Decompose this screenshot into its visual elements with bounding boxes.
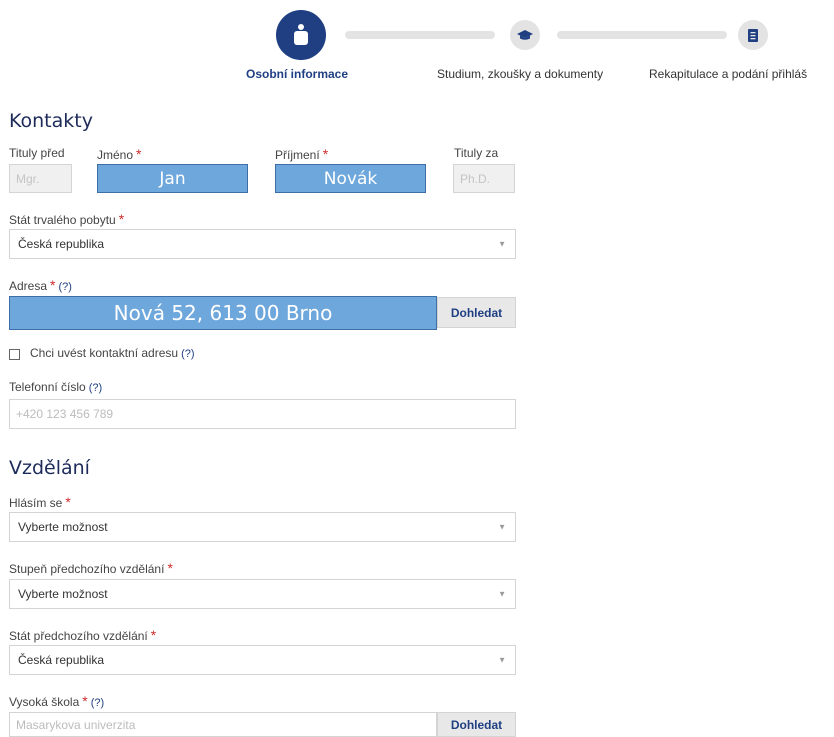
chevron-down-icon: ▼ <box>498 522 506 532</box>
phone-help-link[interactable]: (?) <box>89 382 102 394</box>
required-marker: * <box>50 277 56 293</box>
required-marker: * <box>167 560 173 576</box>
last-name-value: Novák <box>323 168 378 189</box>
required-marker: * <box>82 693 88 709</box>
address-value: Nová 52, 613 00 Brno <box>113 301 333 325</box>
university-field[interactable]: Masarykova univerzita <box>9 712 437 737</box>
phone-label: Telefonní číslo (?) <box>9 380 103 394</box>
address-lookup-button[interactable]: Dohledat <box>437 297 516 328</box>
prev-level-value: Vyberte možnost <box>18 587 108 601</box>
step-3-circle[interactable] <box>738 20 768 50</box>
section-title-contacts: Kontakty <box>9 110 93 132</box>
first-name-field[interactable]: Jan <box>97 164 248 193</box>
country-label: Stát trvalého pobytu * <box>9 211 125 227</box>
titles-after-field[interactable]: Ph.D. <box>453 164 515 193</box>
address-field[interactable]: Nová 52, 613 00 Brno <box>9 296 437 330</box>
last-name-label: Příjmení * <box>275 146 329 162</box>
document-icon <box>748 28 758 42</box>
contact-address-help-link[interactable]: (?) <box>181 348 194 360</box>
required-marker: * <box>136 146 142 162</box>
country-value: Česká republika <box>18 237 105 251</box>
contact-address-checkbox[interactable] <box>9 349 20 360</box>
step-connector-2 <box>557 31 727 39</box>
prev-country-value: Česká republika <box>18 653 105 667</box>
titles-before-placeholder: Mgr. <box>16 171 40 186</box>
phone-placeholder: +420 123 456 789 <box>16 407 114 421</box>
first-name-value: Jan <box>159 168 186 189</box>
step-1-circle[interactable] <box>276 10 326 60</box>
chevron-down-icon: ▼ <box>498 589 506 599</box>
titles-before-label: Tituly před <box>9 146 65 160</box>
university-placeholder: Masarykova univerzita <box>16 717 136 732</box>
prev-level-label: Stupeň předchozího vzdělání * <box>9 560 173 576</box>
person-icon <box>294 24 308 45</box>
prev-country-label: Stát předchozího vzdělání * <box>9 627 157 643</box>
university-label: Vysoká škola * (?) <box>9 693 105 709</box>
step-2-label[interactable]: Studium, zkoušky a dokumenty <box>437 67 603 81</box>
required-marker: * <box>322 146 329 162</box>
contact-address-label[interactable]: Chci uvést kontaktní adresu (?) <box>30 346 195 360</box>
required-marker: * <box>150 627 157 643</box>
applying-select[interactable]: Vyberte možnost ▼ <box>9 512 516 542</box>
university-lookup-button[interactable]: Dohledat <box>437 712 516 737</box>
required-marker: * <box>118 211 125 227</box>
section-title-education: Vzdělání <box>9 457 90 479</box>
chevron-down-icon: ▼ <box>498 239 506 249</box>
titles-before-field[interactable]: Mgr. <box>9 164 72 193</box>
prev-level-select[interactable]: Vyberte možnost ▼ <box>9 579 516 609</box>
titles-after-label: Tituly za <box>454 146 499 160</box>
step-3-label[interactable]: Rekapitulace a podání přihláš <box>649 67 807 81</box>
address-label: Adresa * (?) <box>9 277 72 293</box>
titles-after-placeholder: Ph.D. <box>460 171 491 186</box>
last-name-field[interactable]: Novák <box>275 164 426 193</box>
graduation-cap-icon <box>517 30 533 40</box>
chevron-down-icon: ▼ <box>498 655 506 665</box>
applying-label: Hlásím se * <box>9 494 71 510</box>
address-help-link[interactable]: (?) <box>58 281 71 293</box>
prev-country-select[interactable]: Česká republika ▼ <box>9 645 516 675</box>
phone-field[interactable]: +420 123 456 789 <box>9 399 516 429</box>
university-help-link[interactable]: (?) <box>91 697 104 709</box>
required-marker: * <box>65 494 71 510</box>
step-2-circle[interactable] <box>510 20 540 50</box>
first-name-label: Jméno * <box>97 146 142 162</box>
step-1-label[interactable]: Osobní informace <box>246 67 348 81</box>
country-select[interactable]: Česká republika ▼ <box>9 229 516 259</box>
step-connector-1 <box>345 31 495 39</box>
applying-value: Vyberte možnost <box>18 520 108 534</box>
